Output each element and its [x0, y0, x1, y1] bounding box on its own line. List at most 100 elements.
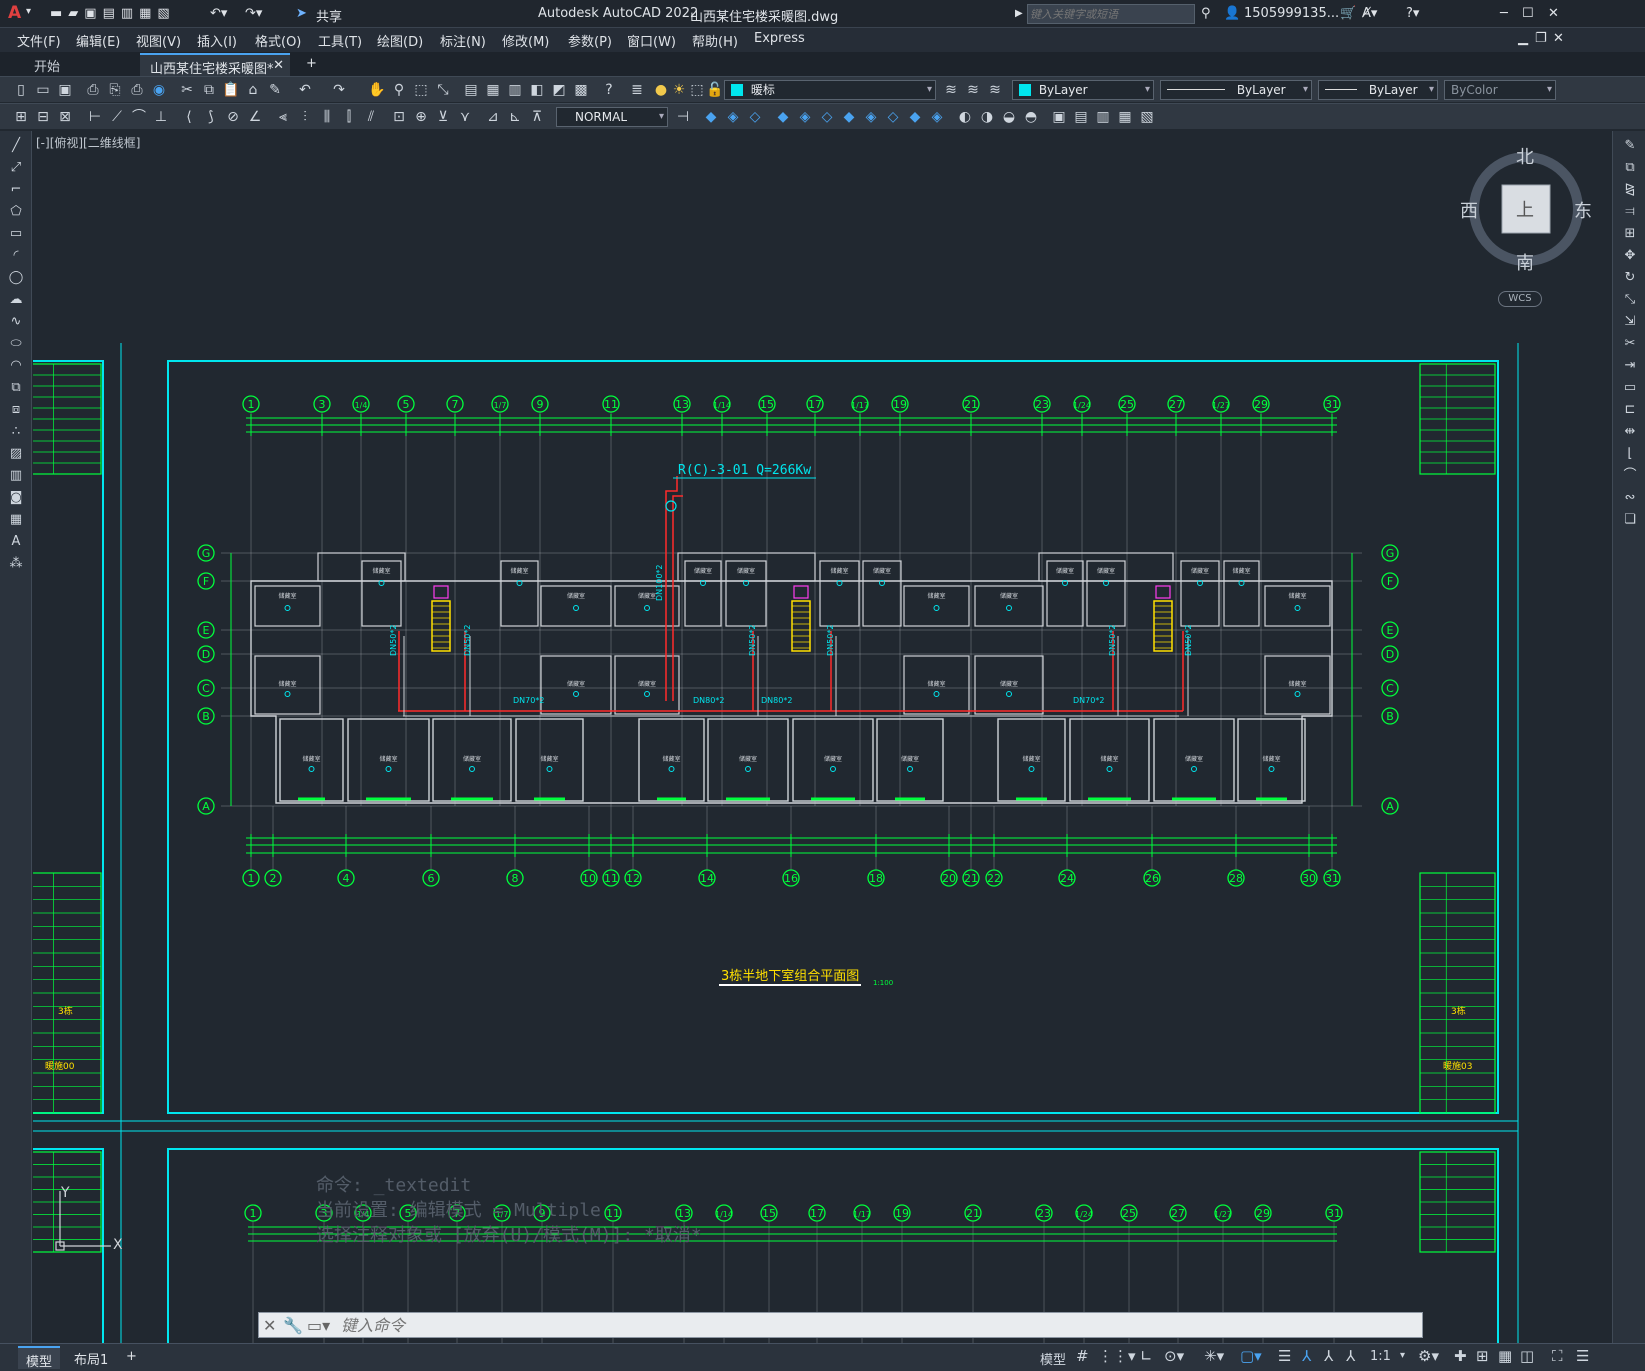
break-point-icon[interactable]: ▭	[1621, 379, 1639, 397]
jogged-icon[interactable]: ⟆	[202, 108, 220, 126]
viewcube-east[interactable]: 东	[1574, 197, 1592, 223]
arc-icon[interactable]: ◜	[7, 247, 25, 265]
wcs-menu[interactable]: WCS	[1498, 291, 1542, 307]
menu-express[interactable]: Express	[754, 31, 805, 46]
clean-screen-icon[interactable]: ⛶	[1552, 1347, 1563, 1365]
tool-palettes-icon[interactable]: ▥	[506, 81, 524, 99]
revcloud-icon[interactable]: ☁	[7, 291, 25, 309]
layer-manager-icon[interactable]: ≣	[628, 81, 646, 99]
layout-tab-layout1[interactable]: 布局1	[66, 1346, 116, 1369]
menu-view[interactable]: 视图(V)	[136, 31, 181, 50]
chamfer-tool-icon[interactable]: ⌊	[1621, 445, 1639, 463]
search-icon[interactable]: ⚲	[1201, 6, 1211, 21]
menu-format[interactable]: 格式(O)	[255, 31, 301, 50]
ellipse-icon[interactable]: ⬭	[7, 335, 25, 353]
calculator-icon[interactable]: ▩	[572, 81, 590, 99]
ordinate-icon[interactable]: ⊥	[152, 108, 170, 126]
viewcube-south[interactable]: 南	[1516, 249, 1534, 275]
cut-icon[interactable]: ✂	[178, 81, 196, 99]
copy-icon[interactable]: ⧉	[200, 81, 218, 99]
command-customize-icon[interactable]: 🔧	[283, 1316, 303, 1335]
properties-icon[interactable]: ▤	[462, 81, 480, 99]
menu-edit[interactable]: 编辑(E)	[76, 31, 120, 50]
move-icon[interactable]: ◇	[818, 108, 836, 126]
menu-help[interactable]: 帮助(H)	[692, 31, 738, 50]
open-icon[interactable]: ▭	[34, 81, 52, 99]
publish-icon[interactable]: ◉	[150, 81, 168, 99]
polar-icon[interactable]: ⊙▾	[1164, 1347, 1184, 1365]
scale-dropdown-icon[interactable]: ▾	[1400, 1350, 1405, 1361]
point-icon[interactable]: ∴	[7, 423, 25, 441]
zoom-window-icon[interactable]: ⬚	[412, 81, 430, 99]
layer-lock-icon[interactable]: 🔓	[706, 81, 724, 99]
dim-style-icon[interactable]: ⊠	[56, 108, 74, 126]
mtext-icon[interactable]: A	[7, 533, 25, 551]
minimize-button[interactable]: ─	[1500, 6, 1508, 21]
viewcube-top-face[interactable]: 上	[1516, 196, 1534, 222]
inspect-icon[interactable]: ⊻	[434, 108, 452, 126]
mirror-icon[interactable]: ◇	[746, 108, 764, 126]
markup-icon[interactable]: ◩	[550, 81, 568, 99]
copy-obj-icon[interactable]: ◈	[724, 108, 742, 126]
rotate-icon[interactable]: ◆	[840, 108, 858, 126]
maximize-button[interactable]: ☐	[1522, 6, 1534, 21]
help-icon[interactable]: ?▾	[1406, 6, 1419, 21]
make-block-icon[interactable]: ⧈	[7, 401, 25, 419]
scale-value[interactable]: 1:1	[1370, 1349, 1391, 1364]
mirror-tool-icon[interactable]: ⧎	[1621, 181, 1639, 199]
user-name[interactable]: 1505999135...	[1244, 6, 1339, 21]
menu-insert[interactable]: 插入(I)	[197, 31, 237, 50]
baseline-icon[interactable]: ⫶	[296, 108, 314, 126]
quick-access-icons[interactable]: ▬▰▣▤▥▦▧	[50, 6, 176, 21]
draworder-back-icon[interactable]: ▤	[1072, 108, 1090, 126]
array-icon[interactable]: ◈	[796, 108, 814, 126]
new-file-icon[interactable]: ▯	[12, 81, 30, 99]
scale-tool-icon[interactable]: ⤡	[1621, 291, 1639, 309]
osnap-icon[interactable]: ▢▾	[1240, 1347, 1262, 1365]
sheet-set-icon[interactable]: ◧	[528, 81, 546, 99]
center-mark-icon[interactable]: ⊕	[412, 108, 430, 126]
extend-icon[interactable]: ◈	[928, 108, 946, 126]
drawing-canvas[interactable]: [-][俯视][二维线框] 3栋 暖施00 3栋 暖施03 1 3 1/4 5 7 1/7 9 11…	[33, 131, 1611, 1343]
plotstyle-dropdown[interactable]: ByColor ▾	[1444, 80, 1556, 100]
workspace-gear-icon[interactable]: ⚙▾	[1418, 1347, 1439, 1365]
close-button[interactable]: ✕	[1548, 6, 1559, 21]
tab-close-icon[interactable]: ✕	[273, 58, 284, 73]
radius-icon[interactable]: ⟨	[180, 108, 198, 126]
make-current-icon[interactable]: ≋	[942, 81, 960, 99]
menu-tools[interactable]: 工具(T)	[318, 31, 362, 50]
draworder-front-icon[interactable]: ▣	[1050, 108, 1068, 126]
ortho-icon[interactable]: ∟	[1140, 1347, 1153, 1365]
redo-icon[interactable]: ↷▾	[245, 6, 262, 21]
match-props-icon[interactable]: ⌂	[244, 81, 262, 99]
layer-on-icon[interactable]: ●	[652, 81, 670, 99]
offset-tool-icon[interactable]: ⫤	[1621, 203, 1639, 221]
tolerance-icon[interactable]: ⊡	[390, 108, 408, 126]
autodesk-a360-icon[interactable]: Ⱥ▾	[1362, 6, 1377, 21]
copy-tool-icon[interactable]: ⧉	[1621, 159, 1639, 177]
stretch-icon[interactable]: ◇	[884, 108, 902, 126]
insert-block-icon[interactable]: ⧉	[7, 379, 25, 397]
table-icon[interactable]: ▦	[7, 511, 25, 529]
offset-icon[interactable]: ◆	[774, 108, 792, 126]
space-icon[interactable]: ⫿	[340, 108, 358, 126]
tab-drawing[interactable]: 山西某住宅楼采暖图* ✕	[140, 53, 290, 77]
quick-properties-icon[interactable]: ▦	[1498, 1347, 1512, 1365]
isodraft-icon[interactable]: ✳▾	[1204, 1347, 1224, 1365]
join-icon[interactable]: ◓	[1022, 108, 1040, 126]
menu-draw[interactable]: 绘图(D)	[377, 31, 423, 50]
draworder-under-icon[interactable]: ▦	[1116, 108, 1134, 126]
doc-minimize-icon[interactable]: ▁	[1518, 31, 1528, 46]
polygon-icon[interactable]: ⬠	[7, 203, 25, 221]
pan-icon[interactable]: ✋	[368, 81, 386, 99]
trim-tool-icon[interactable]: ✂	[1621, 335, 1639, 353]
draworder-above-icon[interactable]: ▥	[1094, 108, 1112, 126]
layout-tab-add[interactable]: +	[118, 1346, 145, 1369]
layer-freeze-icon[interactable]: ☀	[670, 81, 688, 99]
rectangle-icon[interactable]: ▭	[7, 225, 25, 243]
color-dropdown[interactable]: ByLayer ▾	[1012, 80, 1154, 100]
undo-tool-icon[interactable]: ↶	[296, 81, 314, 99]
array-tool-icon[interactable]: ⊞	[1621, 225, 1639, 243]
ellipse-arc-icon[interactable]: ◠	[7, 357, 25, 375]
search-expand-icon[interactable]: ▶	[1015, 8, 1023, 19]
